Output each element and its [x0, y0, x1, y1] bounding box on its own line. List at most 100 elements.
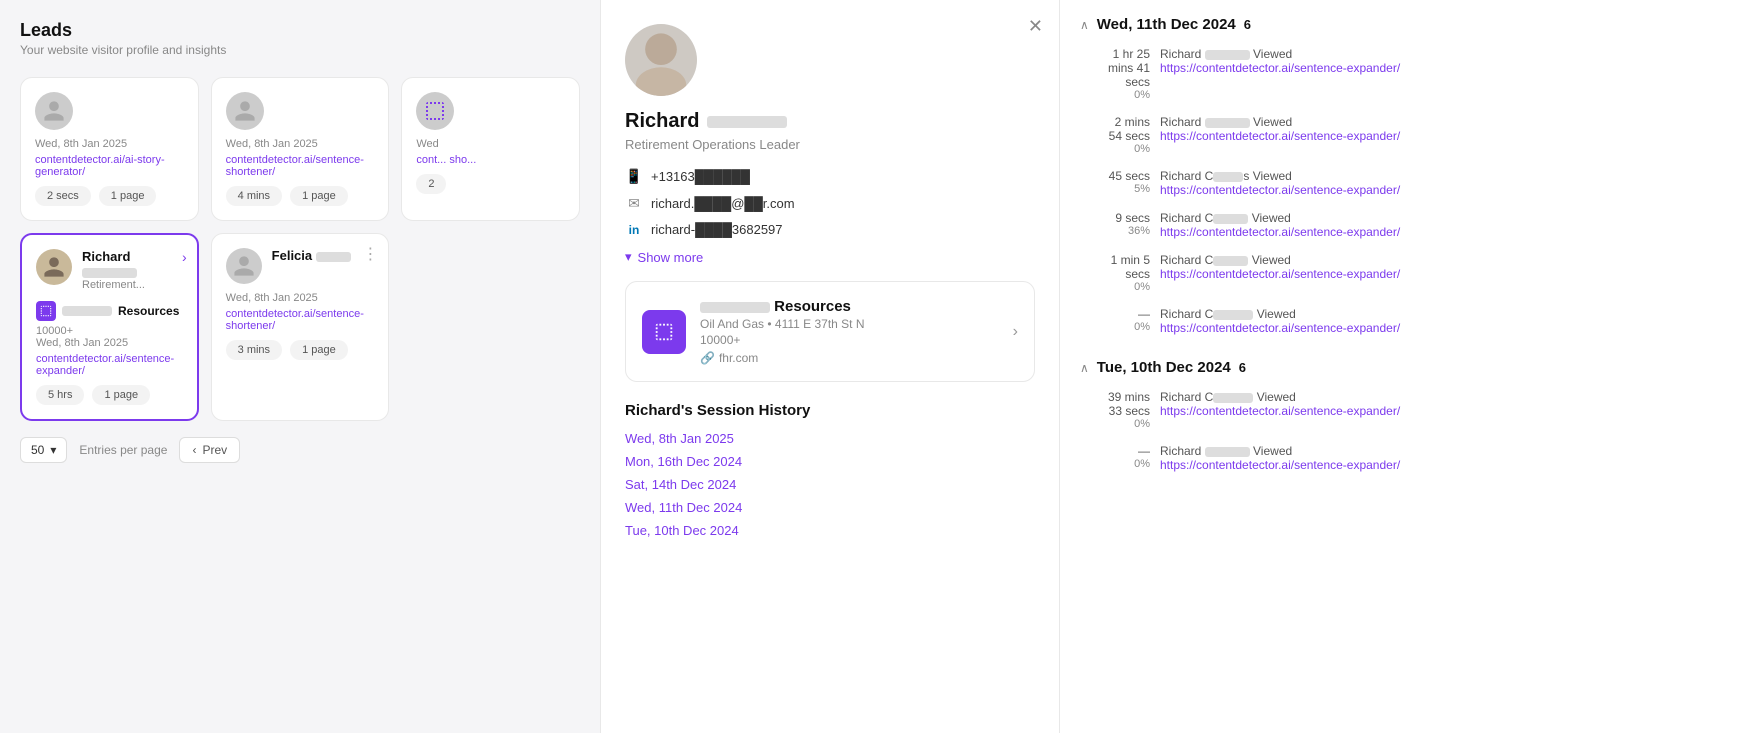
- activity-day-wed: ∧ Wed, 11th Dec 2024 6 1 hr 25 mins 41 s…: [1080, 16, 1726, 335]
- lead-card-3[interactable]: Wed cont... sho... 2: [401, 77, 580, 221]
- chevron-left-icon: ‹: [192, 443, 196, 457]
- company-card-website: 🔗 fhr.com: [700, 351, 999, 365]
- session-link-2[interactable]: Mon, 16th Dec 2024: [625, 454, 1035, 469]
- card-header: Felicia ⋮: [226, 248, 375, 292]
- activity-item: 2 mins 54 secs 0% Richard Viewed https:/…: [1080, 115, 1726, 155]
- card-options-icon[interactable]: ⋮: [362, 244, 378, 264]
- email-icon: ✉: [625, 195, 643, 212]
- profile-name: Richard: [625, 110, 1035, 133]
- session-history-title: Richard's Session History: [625, 402, 1035, 419]
- lead-card-2[interactable]: Wed, 8th Jan 2025 contentdetector.ai/sen…: [211, 77, 390, 221]
- card-stats: 5 hrs 1 page: [36, 385, 183, 405]
- day-title: Wed, 11th Dec 2024: [1097, 16, 1236, 33]
- redacted: [1213, 172, 1243, 182]
- pages-badge: 1 page: [290, 186, 348, 206]
- leads-panel: Leads Your website visitor profile and i…: [0, 0, 600, 733]
- lead-card-richard[interactable]: Richard Retirement... › Resources 10000+…: [20, 233, 199, 421]
- per-page-select[interactable]: 50 ▾: [20, 437, 67, 463]
- activity-item: 39 mins 33 secs 0% Richard C Viewed http…: [1080, 390, 1726, 430]
- lead-card-felicia[interactable]: Felicia ⋮ Wed, 8th Jan 2025 contentdetec…: [211, 233, 390, 421]
- card-link[interactable]: cont... sho...: [416, 154, 565, 166]
- activity-item: 1 hr 25 mins 41 secs 0% Richard Viewed h…: [1080, 47, 1726, 101]
- cards-grid: Wed, 8th Jan 2025 contentdetector.ai/ai-…: [20, 77, 580, 421]
- leads-header: Leads Your website visitor profile and i…: [20, 20, 580, 57]
- session-link-5[interactable]: Tue, 10th Dec 2024: [625, 523, 1035, 538]
- contact-linkedin: in richard-████3682597: [625, 222, 1035, 237]
- activity-time: 45 secs 5%: [1080, 169, 1150, 197]
- activity-link[interactable]: https://contentdetector.ai/sentence-expa…: [1160, 129, 1726, 143]
- company-icon: [36, 301, 56, 321]
- activity-link[interactable]: https://contentdetector.ai/sentence-expa…: [1160, 321, 1726, 335]
- activity-time: 2 mins 54 secs 0%: [1080, 115, 1150, 155]
- card-stats: 2: [416, 174, 565, 194]
- activity-link[interactable]: https://contentdetector.ai/sentence-expa…: [1160, 458, 1726, 472]
- avatar: [416, 92, 454, 130]
- prev-button[interactable]: ‹ Prev: [179, 437, 240, 463]
- day-header: ∧ Tue, 10th Dec 2024 6: [1080, 359, 1726, 376]
- link-icon: 🔗: [700, 351, 715, 365]
- session-link-4[interactable]: Wed, 11th Dec 2024: [625, 500, 1035, 515]
- card-link[interactable]: contentdetector.ai/sentence-shortener/: [226, 154, 375, 178]
- session-link-3[interactable]: Sat, 14th Dec 2024: [625, 477, 1035, 492]
- card-name: Richard: [82, 249, 183, 279]
- linkedin-icon: in: [625, 223, 643, 237]
- collapse-icon[interactable]: ∧: [1080, 361, 1089, 375]
- card-company-row: Resources: [36, 301, 183, 321]
- redacted-name: [82, 268, 137, 278]
- day-title: Tue, 10th Dec 2024: [1097, 359, 1231, 376]
- activity-link[interactable]: https://contentdetector.ai/sentence-expa…: [1160, 404, 1726, 418]
- pages-badge: 1 page: [290, 340, 348, 360]
- leads-title: Leads: [20, 20, 580, 41]
- time-badge: 2: [416, 174, 446, 194]
- activity-item: — 0% Richard Viewed https://contentdetec…: [1080, 444, 1726, 472]
- activity-link[interactable]: https://contentdetector.ai/sentence-expa…: [1160, 183, 1726, 197]
- pages-badge: 1 page: [92, 385, 150, 405]
- redacted: [1213, 310, 1253, 320]
- collapse-icon[interactable]: ∧: [1080, 18, 1089, 32]
- pages-badge: 1 page: [99, 186, 157, 206]
- show-more-button[interactable]: ▾ Show more: [625, 249, 703, 265]
- close-button[interactable]: ✕: [1028, 16, 1043, 37]
- company-card-count: 10000+: [700, 333, 999, 347]
- activity-content: Richard Viewed https://contentdetector.a…: [1160, 47, 1726, 101]
- activity-content: Richard C Viewed https://contentdetector…: [1160, 211, 1726, 239]
- activity-link[interactable]: https://contentdetector.ai/sentence-expa…: [1160, 61, 1726, 75]
- time-badge: 3 mins: [226, 340, 282, 360]
- activity-time: 39 mins 33 secs 0%: [1080, 390, 1150, 430]
- card-count: 10000+: [36, 325, 183, 337]
- day-count: 6: [1239, 360, 1246, 375]
- session-link-1[interactable]: Wed, 8th Jan 2025: [625, 431, 1035, 446]
- redacted: [1213, 393, 1253, 403]
- activity-time: 1 hr 25 mins 41 secs 0%: [1080, 47, 1150, 101]
- time-badge: 2 secs: [35, 186, 91, 206]
- card-link[interactable]: contentdetector.ai/ai-story-generator/: [35, 154, 184, 178]
- card-link[interactable]: contentdetector.ai/sentence-expander/: [36, 353, 183, 377]
- chevron-down-icon: ▾: [50, 443, 56, 457]
- card-stats: 2 secs 1 page: [35, 186, 184, 206]
- day-count: 6: [1244, 17, 1251, 32]
- activity-time: 1 min 5 secs 0%: [1080, 253, 1150, 293]
- activity-link[interactable]: https://contentdetector.ai/sentence-expa…: [1160, 267, 1726, 281]
- redacted: [1205, 50, 1250, 60]
- company-card-icon: [642, 310, 686, 354]
- company-card-info: Resources Oil And Gas • 4111 E 37th St N…: [700, 298, 999, 365]
- contact-email: ✉ richard.████@██r.com: [625, 195, 1035, 212]
- redacted-lastname: [707, 116, 787, 128]
- avatar: [36, 249, 72, 285]
- activity-content: Richard C Viewed https://contentdetector…: [1160, 307, 1726, 335]
- session-history: Richard's Session History Wed, 8th Jan 2…: [625, 402, 1035, 538]
- redacted: [1205, 447, 1250, 457]
- lead-card-1[interactable]: Wed, 8th Jan 2025 contentdetector.ai/ai-…: [20, 77, 199, 221]
- avatar: [226, 92, 264, 130]
- card-arrow-icon[interactable]: ›: [182, 249, 187, 265]
- activity-time: — 0%: [1080, 307, 1150, 335]
- card-role: Retirement...: [82, 279, 183, 291]
- activity-content: Richard C Viewed https://contentdetector…: [1160, 390, 1726, 430]
- activity-content: Richard Viewed https://contentdetector.a…: [1160, 444, 1726, 472]
- card-link[interactable]: contentdetector.ai/sentence-shortener/: [226, 308, 375, 332]
- company-card[interactable]: Resources Oil And Gas • 4111 E 37th St N…: [625, 281, 1035, 382]
- redacted: [1213, 256, 1248, 266]
- activity-time: 9 secs 36%: [1080, 211, 1150, 239]
- activity-link[interactable]: https://contentdetector.ai/sentence-expa…: [1160, 225, 1726, 239]
- profile-role: Retirement Operations Leader: [625, 137, 1035, 152]
